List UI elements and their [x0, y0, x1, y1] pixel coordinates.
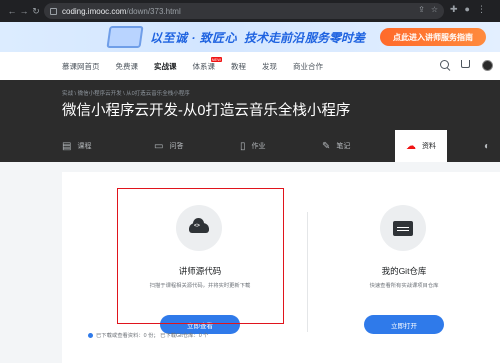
- page-title: 微信小程序云开发-从0打造云音乐全栈小程序: [62, 103, 351, 119]
- open-now-button[interactable]: 立即打开: [364, 315, 444, 334]
- tab-more[interactable]: ◐: [484, 130, 496, 162]
- nav-item-tutorial[interactable]: 教程: [231, 61, 246, 72]
- git-repo-desc: 快速查看所有实战课项目仓库: [369, 283, 439, 289]
- repository-icon: [393, 220, 413, 236]
- bookmark-star-icon[interactable]: ☆: [431, 5, 438, 14]
- tab-notes[interactable]: ✎ 笔记: [322, 130, 350, 162]
- nav-item-system[interactable]: 体系课 NEW: [192, 56, 222, 72]
- course-tabs: ▤ 课程 ▭ 问答 ▯ 作业 ✎ 笔记 ☁ 资料 ◐: [0, 130, 500, 162]
- download-status: 已下载或查看资料：0 份； 已下载Git仓库：0 个: [88, 331, 208, 339]
- course-header: 实战 \ 微信小程序云开发 \ 从0打造云音乐全栈小程序 微信小程序云开发-从0…: [0, 80, 500, 162]
- breadcrumb[interactable]: 实战 \ 微信小程序云开发 \ 从0打造云音乐全栈小程序: [62, 89, 190, 97]
- banner-slogan-3: 服务零时差: [305, 31, 366, 45]
- info-icon: [88, 333, 93, 338]
- promo-banner[interactable]: 以至诚 · 致匠心 技术走前沿 服务零时差 点此进入讲师服务指南: [0, 22, 500, 52]
- address-bar[interactable]: coding.imooc.com/down/373.html ⇪ ☆: [44, 3, 444, 19]
- homework-icon: ▯: [240, 140, 246, 152]
- tab-label: 课程: [77, 143, 92, 150]
- git-repo-title: 我的Git仓库: [381, 266, 427, 276]
- tab-course[interactable]: ▤ 课程: [62, 130, 91, 162]
- profile-icon[interactable]: ●: [465, 4, 470, 15]
- nav-label: 免费课: [115, 61, 139, 71]
- menu-icon[interactable]: ⋮: [477, 4, 486, 15]
- banner-slogan-1: 以至诚 · 致匠心: [150, 31, 238, 45]
- tab-label: 资料: [422, 143, 436, 150]
- laptop-illustration-icon: [106, 26, 144, 48]
- url-path: /down/373.html: [126, 6, 181, 16]
- site-nav: 慕课网首页 免费课 实战课 体系课 NEW 教程 发现 商业合作: [0, 52, 500, 80]
- banner-cta-button[interactable]: 点此进入讲师服务指南: [380, 28, 486, 46]
- git-repo-card: 我的Git仓库 快速查看所有实战课项目仓库 立即打开: [324, 186, 484, 341]
- lock-icon: [50, 7, 57, 15]
- note-icon: ✎: [322, 140, 331, 152]
- browser-toolbar: ← → ↻ coding.imooc.com/down/373.html ⇪ ☆…: [0, 0, 500, 22]
- banner-slogan-2: 技术走前沿: [244, 31, 305, 45]
- avatar[interactable]: [482, 60, 493, 71]
- card-divider: [307, 212, 308, 332]
- nav-item-free[interactable]: 免费课: [116, 61, 139, 72]
- back-icon[interactable]: ←: [6, 6, 18, 16]
- nav-item-home[interactable]: 慕课网首页: [62, 61, 100, 72]
- tab-label: 问答: [169, 143, 184, 150]
- cart-icon[interactable]: [461, 60, 470, 68]
- tab-qa[interactable]: ▭ 问答: [154, 130, 183, 162]
- git-repo-icon-circle: [380, 205, 426, 251]
- url-host: coding.imooc.com: [62, 6, 127, 16]
- nav-label: 教程: [231, 61, 246, 71]
- course-icon: ▤: [62, 140, 72, 152]
- highlight-box: [117, 188, 284, 324]
- tab-label: 笔记: [336, 143, 351, 150]
- cloud-icon: ☁: [406, 140, 416, 152]
- extensions-icon[interactable]: ✚: [450, 4, 458, 15]
- reload-icon[interactable]: ↻: [30, 6, 42, 17]
- nav-label: 发现: [262, 61, 277, 71]
- download-status-text: 已下载或查看资料：0 份； 已下载Git仓库：0 个: [96, 333, 209, 339]
- search-icon[interactable]: [440, 60, 449, 69]
- nav-label: 体系课: [192, 61, 216, 71]
- new-badge: NEW: [210, 56, 222, 62]
- nav-label: 商业合作: [293, 61, 323, 71]
- forward-icon[interactable]: →: [18, 6, 30, 16]
- url-text[interactable]: coding.imooc.com/down/373.html: [62, 7, 181, 16]
- nav-item-discover[interactable]: 发现: [262, 61, 277, 72]
- tab-homework[interactable]: ▯ 作业: [240, 130, 266, 162]
- nav-item-practical[interactable]: 实战课: [154, 61, 177, 72]
- tab-label: 作业: [251, 143, 266, 150]
- nav-label: 慕课网首页: [62, 61, 100, 71]
- share-icon[interactable]: ⇪: [418, 5, 425, 14]
- nav-item-business[interactable]: 商业合作: [293, 61, 323, 72]
- tab-materials[interactable]: ☁ 资料: [395, 130, 447, 162]
- qa-icon: ▭: [154, 140, 164, 152]
- chat-bubble-icon: ◐: [484, 140, 491, 152]
- nav-label: 实战课: [154, 61, 177, 71]
